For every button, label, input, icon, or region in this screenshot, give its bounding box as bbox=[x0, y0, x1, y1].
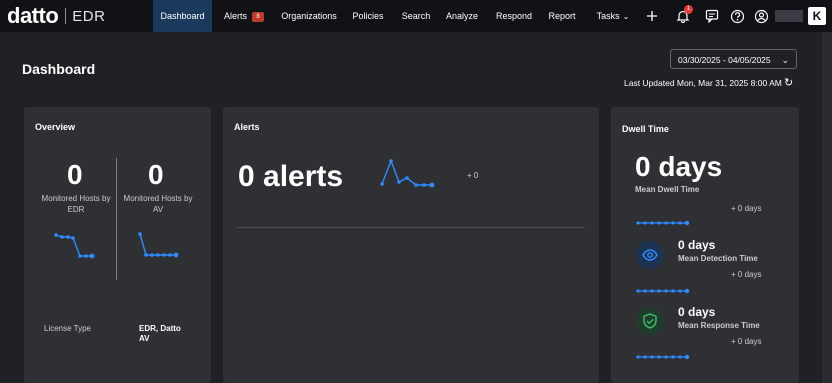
brand-divider bbox=[65, 8, 67, 24]
av-host-label: Monitored Hosts by AV bbox=[123, 194, 193, 214]
overview-divider bbox=[116, 158, 117, 280]
alerts-divider bbox=[237, 227, 585, 228]
nav-alerts-label: Alerts bbox=[223, 11, 247, 21]
nav-report[interactable]: Report bbox=[544, 0, 580, 32]
nav-analyze[interactable]: Analyze bbox=[442, 0, 482, 32]
mean-detection-label: Mean Detection Time bbox=[678, 254, 758, 263]
license-type-label: License Type bbox=[44, 324, 91, 333]
mean-response-sparkline bbox=[636, 354, 690, 360]
license-type-value: EDR, Datto AV bbox=[139, 324, 181, 343]
alerts-title: Alerts bbox=[234, 122, 260, 132]
kaseya-logo-icon[interactable]: K bbox=[808, 7, 826, 25]
nav-report-label: Report bbox=[548, 11, 576, 21]
user-name-redacted[interactable] bbox=[775, 10, 803, 22]
mean-dwell-sparkline bbox=[636, 220, 690, 226]
nav-dashboard-label: Dashboard bbox=[160, 11, 205, 21]
notification-badge: 1 bbox=[684, 5, 693, 14]
edr-host-label: Monitored Hosts by EDR bbox=[41, 194, 111, 214]
edr-host-count: 0 bbox=[67, 159, 83, 190]
bell-icon[interactable]: 1 bbox=[673, 5, 693, 26]
page-scrollbar[interactable] bbox=[822, 32, 832, 383]
mean-detection-delta: + 0 days bbox=[731, 270, 762, 279]
alerts-delta: + 0 bbox=[467, 171, 479, 180]
user-icon[interactable] bbox=[751, 6, 771, 26]
help-icon[interactable] bbox=[727, 6, 747, 26]
eye-icon bbox=[636, 241, 664, 269]
nav-tasks[interactable]: Tasks ⌄ bbox=[592, 0, 634, 32]
message-icon[interactable] bbox=[702, 6, 722, 26]
nav-search[interactable]: Search bbox=[398, 0, 434, 32]
mean-detection-value: 0 days bbox=[678, 238, 716, 252]
overview-title: Overview bbox=[35, 122, 76, 132]
chevron-down-icon: ⌄ bbox=[622, 12, 630, 21]
overview-card: Overview 0 Monitored Hosts by EDR 0 Moni… bbox=[24, 107, 211, 383]
edr-sparkline bbox=[54, 233, 95, 259]
mean-response-label: Mean Response Time bbox=[678, 321, 760, 330]
nav-analyze-label: Analyze bbox=[445, 11, 479, 21]
top-nav: datto EDR Dashboard Alerts 8 Organization… bbox=[0, 0, 832, 32]
chevron-down-icon: ⌄ bbox=[781, 55, 789, 65]
date-range-picker[interactable]: 03/30/2025 - 04/05/2025 ⌄ bbox=[670, 49, 797, 69]
brand-product: EDR bbox=[72, 7, 106, 25]
last-updated-text: Last Updated Mon, Mar 31, 2025 8:00 AM bbox=[624, 78, 782, 88]
nav-dashboard[interactable]: Dashboard bbox=[153, 0, 212, 32]
date-range-value: 03/30/2025 - 04/05/2025 bbox=[678, 55, 771, 65]
mean-dwell-value: 0 days bbox=[635, 151, 723, 182]
nav-tasks-label: Tasks bbox=[596, 11, 620, 21]
nav-organizations[interactable]: Organizations bbox=[278, 0, 340, 32]
nav-respond-label: Respond bbox=[495, 11, 533, 21]
brand-name: datto bbox=[7, 3, 59, 28]
alerts-card: Alerts 0 alerts + 0 bbox=[223, 107, 599, 383]
mean-detection-sparkline bbox=[636, 288, 690, 294]
alerts-summary[interactable]: 0 alerts bbox=[238, 160, 343, 194]
nav-policies[interactable]: Policies bbox=[348, 0, 388, 32]
mean-response-value: 0 days bbox=[678, 305, 716, 319]
nav-search-label: Search bbox=[401, 11, 431, 21]
alerts-sparkline bbox=[380, 159, 435, 188]
plus-icon[interactable] bbox=[642, 6, 662, 26]
page-title: Dashboard bbox=[22, 61, 96, 77]
shield-check-icon bbox=[636, 307, 664, 335]
nav-alerts[interactable]: Alerts 8 bbox=[216, 0, 272, 32]
nav-policies-label: Policies bbox=[352, 11, 384, 21]
av-host-count: 0 bbox=[148, 159, 164, 190]
mean-dwell-label: Mean Dwell Time bbox=[635, 185, 700, 194]
nav-organizations-label: Organizations bbox=[281, 11, 337, 21]
mean-response-delta: + 0 days bbox=[731, 337, 762, 346]
dwell-time-title: Dwell Time bbox=[622, 124, 669, 134]
nav-respond[interactable]: Respond bbox=[492, 0, 536, 32]
mean-dwell-delta: + 0 days bbox=[731, 204, 762, 213]
refresh-icon[interactable]: ↻ bbox=[784, 76, 793, 89]
dwell-time-card: Dwell Time 0 days Mean Dwell Time + 0 da… bbox=[611, 107, 799, 383]
brand-logo[interactable]: datto EDR bbox=[7, 3, 105, 29]
av-sparkline bbox=[138, 232, 179, 258]
alerts-count-badge: 8 bbox=[252, 11, 264, 22]
